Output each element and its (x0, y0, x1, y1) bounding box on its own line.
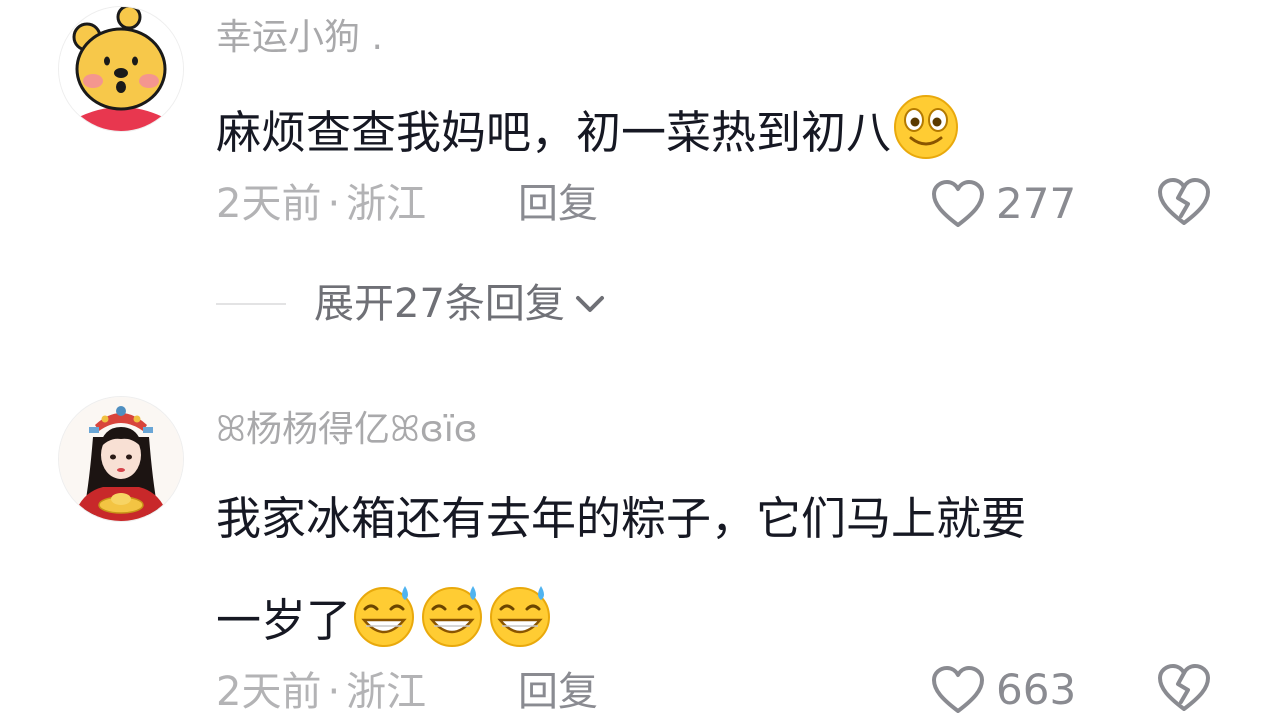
like-button[interactable]: 277 (930, 176, 1076, 232)
comment-text: 麻烦查查我妈吧，初一菜热到初八 (216, 94, 959, 160)
like-count: 277 (996, 179, 1077, 228)
grinning-sweat-emoji (490, 586, 551, 647)
chevron-down-icon (575, 296, 604, 312)
dislike-button[interactable] (1156, 176, 1212, 232)
divider-line (216, 303, 286, 305)
like-button[interactable]: 663 (930, 662, 1076, 718)
like-count: 663 (996, 665, 1077, 714)
meta-separator: · (327, 669, 341, 715)
avatar-girl[interactable] (58, 396, 184, 522)
comment-text-body: 麻烦查查我妈吧，初一菜热到初八 (216, 106, 892, 159)
reply-button[interactable]: 回复 (518, 184, 598, 224)
broken-heart-icon (1158, 664, 1210, 711)
expand-replies-row: 展开27条回复 (216, 276, 607, 332)
heart-outline-icon (932, 180, 984, 227)
reply-button[interactable]: 回复 (518, 672, 598, 712)
smiling-face-emoji (894, 95, 959, 159)
comment-text-line-2: 一岁了 (216, 582, 555, 648)
comment-meta: 2天前 · 浙江 (216, 672, 426, 712)
broken-heart-icon (1158, 178, 1210, 225)
avatar-bear[interactable] (58, 6, 184, 132)
comment-username[interactable]: 幸运小狗 . (216, 20, 383, 56)
comment-time: 2天前 (216, 181, 322, 227)
comment-location: 浙江 (346, 181, 427, 227)
comment-meta: 2天前 · 浙江 (216, 184, 426, 224)
comment-text-body: 一岁了 (216, 594, 352, 647)
expand-replies-label: 展开27条回复 (314, 281, 565, 327)
comment-username[interactable]: ꕤ杨杨得亿ꕤɞïɞ (216, 412, 478, 448)
comment-text-line-1: 我家冰箱还有去年的粽子，它们马上就要 (216, 492, 1027, 545)
grinning-sweat-emoji (354, 586, 415, 647)
heart-outline-icon (932, 666, 984, 713)
dislike-button[interactable] (1156, 662, 1212, 718)
grinning-sweat-emoji (422, 586, 483, 647)
meta-separator: · (327, 181, 341, 227)
comment-location: 浙江 (346, 669, 427, 715)
comment-time: 2天前 (216, 669, 322, 715)
expand-replies-button[interactable]: 展开27条回复 (314, 284, 607, 324)
